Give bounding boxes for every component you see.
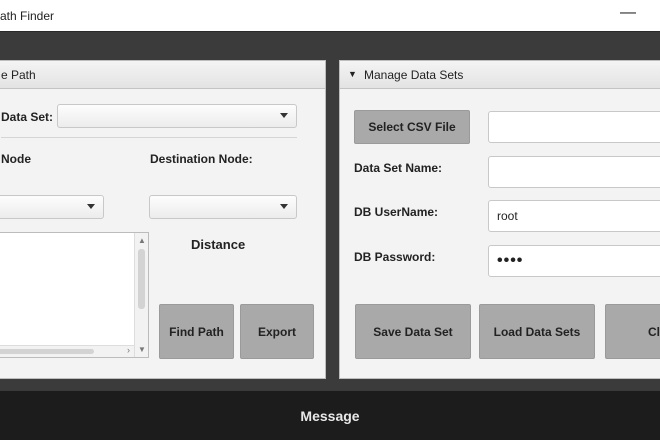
dataset-combo[interactable] [57, 104, 297, 128]
find-path-panel: e Path Data Set: Node Destination Node: … [0, 60, 326, 379]
scroll-up-icon: ▲ [138, 236, 146, 245]
scroll-thumb[interactable] [0, 349, 94, 354]
db-username-label: DB UserName: [354, 205, 439, 219]
manage-datasets-panel-title: Manage Data Sets [364, 68, 464, 82]
dataset-label: Data Set: [1, 110, 54, 124]
separator [1, 137, 297, 138]
select-csv-file-button[interactable]: Select CSV File [354, 110, 470, 144]
chevron-down-icon [87, 204, 95, 209]
csv-path-field[interactable] [488, 111, 660, 143]
source-node-combo[interactable] [0, 195, 104, 219]
dataset-name-field[interactable] [488, 156, 660, 188]
minimize-button[interactable]: — [620, 4, 636, 22]
destination-node-label: Destination Node: [150, 152, 253, 166]
main-area: e Path Data Set: Node Destination Node: … [0, 32, 660, 390]
db-password-field[interactable]: •••• [488, 245, 660, 277]
find-path-button[interactable]: Find Path [159, 304, 234, 359]
status-message: Message [300, 407, 360, 424]
dataset-name-label: Data Set Name: [354, 161, 443, 175]
horizontal-scrollbar[interactable]: › [0, 345, 134, 357]
destination-node-combo[interactable] [149, 195, 297, 219]
distance-label: Distance [191, 237, 246, 252]
export-button[interactable]: Export [240, 304, 314, 359]
manage-datasets-panel-header[interactable]: ▼ Manage Data Sets [340, 61, 660, 89]
path-output-textarea[interactable]: ▲ ▼ › [0, 232, 149, 358]
vertical-scrollbar[interactable]: ▲ ▼ [134, 233, 148, 357]
collapse-arrow-icon: ▼ [348, 69, 357, 79]
window-title: ath Finder [0, 9, 55, 23]
scroll-right-icon: › [127, 345, 130, 355]
manage-datasets-panel: ▼ Manage Data Sets Select CSV File Data … [339, 60, 660, 379]
status-message-bar: Message [0, 391, 660, 440]
load-datasets-button[interactable]: Load Data Sets [479, 304, 595, 359]
find-path-panel-title: e Path [1, 68, 36, 82]
clear-button[interactable]: Cl [605, 304, 660, 359]
find-path-panel-header[interactable]: e Path [0, 61, 325, 89]
save-dataset-button[interactable]: Save Data Set [355, 304, 471, 359]
title-bar: ath Finder — [0, 0, 660, 32]
scroll-thumb[interactable] [138, 249, 145, 309]
chevron-down-icon [280, 113, 288, 118]
scroll-down-icon: ▼ [138, 345, 146, 354]
db-password-label: DB Password: [354, 250, 436, 264]
chevron-down-icon [280, 204, 288, 209]
source-node-label: Node [1, 152, 31, 166]
db-username-field[interactable]: root [488, 200, 660, 232]
